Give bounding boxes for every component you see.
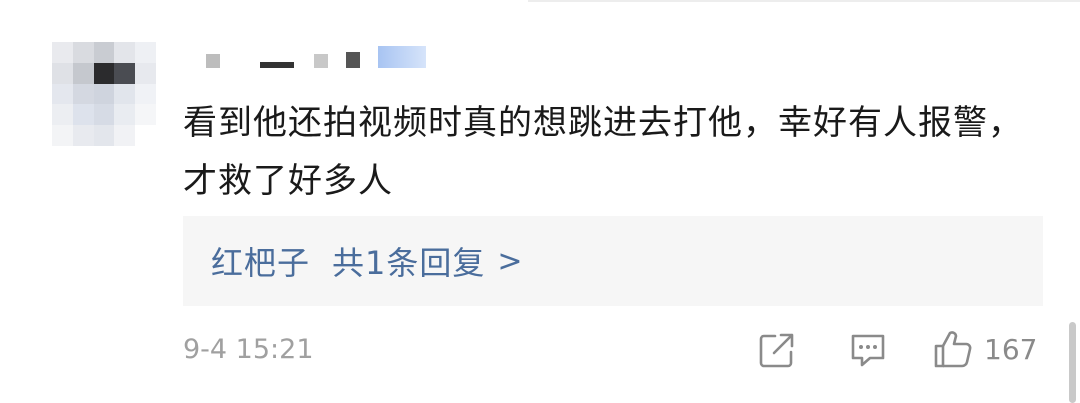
avatar[interactable] — [52, 42, 156, 146]
chevron-right-icon: > — [497, 243, 524, 279]
username-redacted[interactable] — [206, 44, 426, 68]
top-divider — [528, 0, 1080, 2]
like-button[interactable]: 167 — [932, 328, 1037, 370]
like-count: 167 — [984, 332, 1038, 366]
thumbs-up-icon — [934, 331, 972, 368]
comment-icon[interactable] — [848, 330, 888, 374]
scrollbar[interactable] — [1069, 322, 1076, 403]
reply-count-label[interactable]: 共1条回复 — [332, 238, 485, 284]
reply-preview[interactable]: 红杷子 共1条回复 > — [183, 216, 1043, 306]
reply-author[interactable]: 红杷子 — [211, 238, 310, 284]
comment-text: 看到他还拍视频时真的想跳进去打他，幸好有人报警，才救了好多人 — [183, 103, 1023, 201]
timestamp: 9-4 15:21 — [183, 334, 314, 365]
share-icon[interactable] — [757, 330, 797, 374]
